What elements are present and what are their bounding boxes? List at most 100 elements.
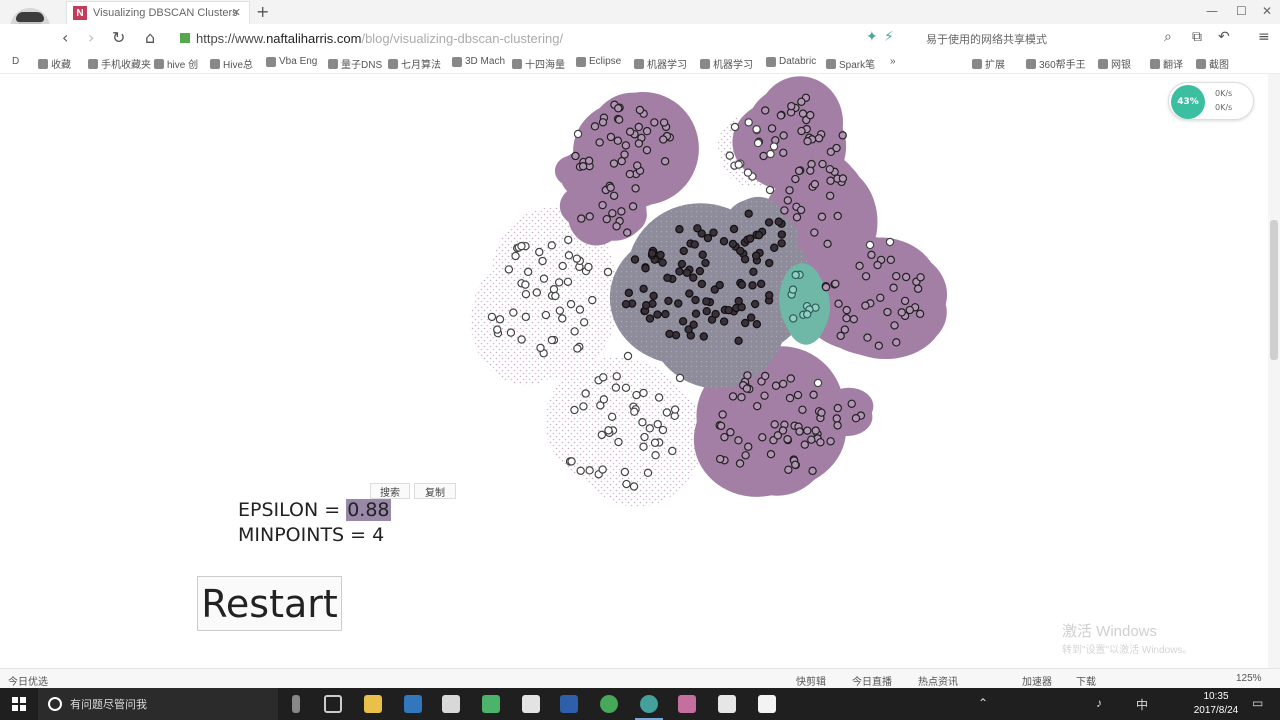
data-point — [599, 373, 608, 382]
app-icon[interactable] — [560, 695, 578, 713]
data-point — [614, 115, 624, 124]
app-icon[interactable] — [678, 695, 696, 713]
active-browser-icon[interactable] — [640, 695, 658, 713]
data-point — [517, 241, 526, 251]
data-point — [697, 279, 707, 289]
browser-360-icon[interactable] — [600, 695, 618, 713]
data-point — [901, 272, 911, 282]
file-explorer-icon[interactable] — [364, 695, 382, 713]
status-item[interactable]: 下载 — [1076, 673, 1096, 688]
minpoints-value[interactable]: 4 — [372, 524, 384, 546]
data-point — [715, 454, 725, 464]
data-point — [832, 414, 841, 423]
browser-statusbar: 今日优选 快剪辑 今日直播 热点资讯 加速器 下载 125% — [0, 668, 1280, 688]
data-point — [725, 151, 734, 160]
data-point — [642, 145, 652, 155]
data-point — [558, 261, 567, 271]
data-point — [825, 191, 835, 200]
status-item[interactable]: 加速器 — [1022, 673, 1052, 688]
data-point — [602, 214, 611, 224]
data-point — [890, 321, 899, 330]
app-icon[interactable] — [758, 695, 776, 713]
status-item[interactable]: 今日直播 — [852, 673, 892, 688]
data-point — [816, 438, 825, 447]
data-point — [620, 150, 629, 159]
data-point — [628, 202, 638, 211]
data-point — [632, 390, 641, 400]
epsilon-value[interactable]: 0.88 — [346, 499, 391, 521]
popup-search-button[interactable]: 搜索 — [370, 483, 410, 499]
data-point — [639, 284, 648, 294]
task-view-icon[interactable] — [324, 695, 342, 713]
data-point — [793, 390, 803, 400]
minpoints-param: MINPOINTS = 4 — [238, 524, 384, 546]
noise-point — [865, 240, 875, 250]
notification-icon[interactable]: ▭ — [1252, 696, 1263, 710]
data-point — [719, 237, 729, 246]
data-point — [797, 97, 806, 107]
data-point — [916, 273, 925, 282]
network-speed-widget[interactable]: 43% 0K/s 0K/s — [1168, 82, 1254, 120]
data-point — [621, 299, 631, 309]
data-point — [567, 457, 576, 466]
today-picks[interactable]: 今日优选 — [8, 673, 48, 688]
data-point — [612, 222, 621, 231]
noise-point — [885, 237, 895, 247]
data-point — [883, 307, 892, 317]
ime-indicator[interactable]: 中 — [1136, 696, 1148, 713]
store-icon[interactable] — [442, 695, 460, 713]
data-point — [715, 280, 724, 290]
data-point — [495, 315, 505, 324]
data-point — [579, 402, 588, 411]
data-point — [631, 184, 640, 193]
data-point — [564, 235, 573, 245]
page-scrollbar[interactable] — [1268, 74, 1280, 668]
data-point — [814, 134, 824, 143]
app-icon[interactable] — [482, 695, 500, 713]
restart-button[interactable]: Restart — [197, 576, 342, 631]
edge-icon[interactable] — [404, 695, 422, 713]
data-point — [536, 343, 545, 353]
data-point — [744, 209, 753, 218]
data-point — [765, 258, 774, 268]
data-point — [521, 289, 531, 299]
system-clock[interactable]: 10:35 2017/8/24 — [1192, 690, 1240, 718]
data-point — [789, 314, 798, 323]
data-point — [690, 240, 699, 249]
status-item[interactable]: 快剪辑 — [796, 673, 826, 688]
dbscan-visualization[interactable] — [0, 0, 1280, 720]
data-point — [650, 438, 660, 447]
data-point — [838, 174, 848, 183]
data-point — [682, 268, 692, 277]
data-point — [806, 110, 815, 120]
volume-icon[interactable]: ♪ — [1096, 696, 1102, 710]
zoom-level[interactable]: 125% — [1236, 673, 1262, 684]
microphone-icon[interactable] — [292, 695, 300, 713]
data-point — [684, 325, 693, 334]
data-point — [658, 258, 667, 267]
data-point — [811, 426, 820, 435]
data-point — [691, 309, 701, 318]
data-point — [664, 296, 673, 306]
data-point — [584, 156, 594, 165]
data-point — [838, 131, 847, 140]
data-point — [736, 246, 745, 256]
status-item[interactable]: 热点资讯 — [918, 673, 958, 688]
tray-chevron-icon[interactable]: ⌃ — [978, 696, 988, 710]
data-point — [640, 432, 649, 442]
app-icon[interactable] — [718, 695, 736, 713]
data-point — [788, 285, 798, 294]
windows-start-icon[interactable] — [12, 697, 26, 711]
app-icon[interactable] — [522, 695, 540, 713]
data-point — [734, 436, 743, 445]
popup-copy-button[interactable]: 复制 — [414, 483, 456, 499]
scrollbar-thumb[interactable] — [1270, 220, 1278, 360]
data-point — [769, 142, 779, 151]
data-point — [521, 312, 531, 322]
data-point — [834, 299, 843, 308]
taskbar-search[interactable]: 有问题尽管问我 — [38, 688, 278, 720]
data-point — [817, 212, 827, 221]
data-point — [584, 262, 593, 272]
data-point — [641, 264, 650, 273]
data-point — [766, 449, 776, 459]
